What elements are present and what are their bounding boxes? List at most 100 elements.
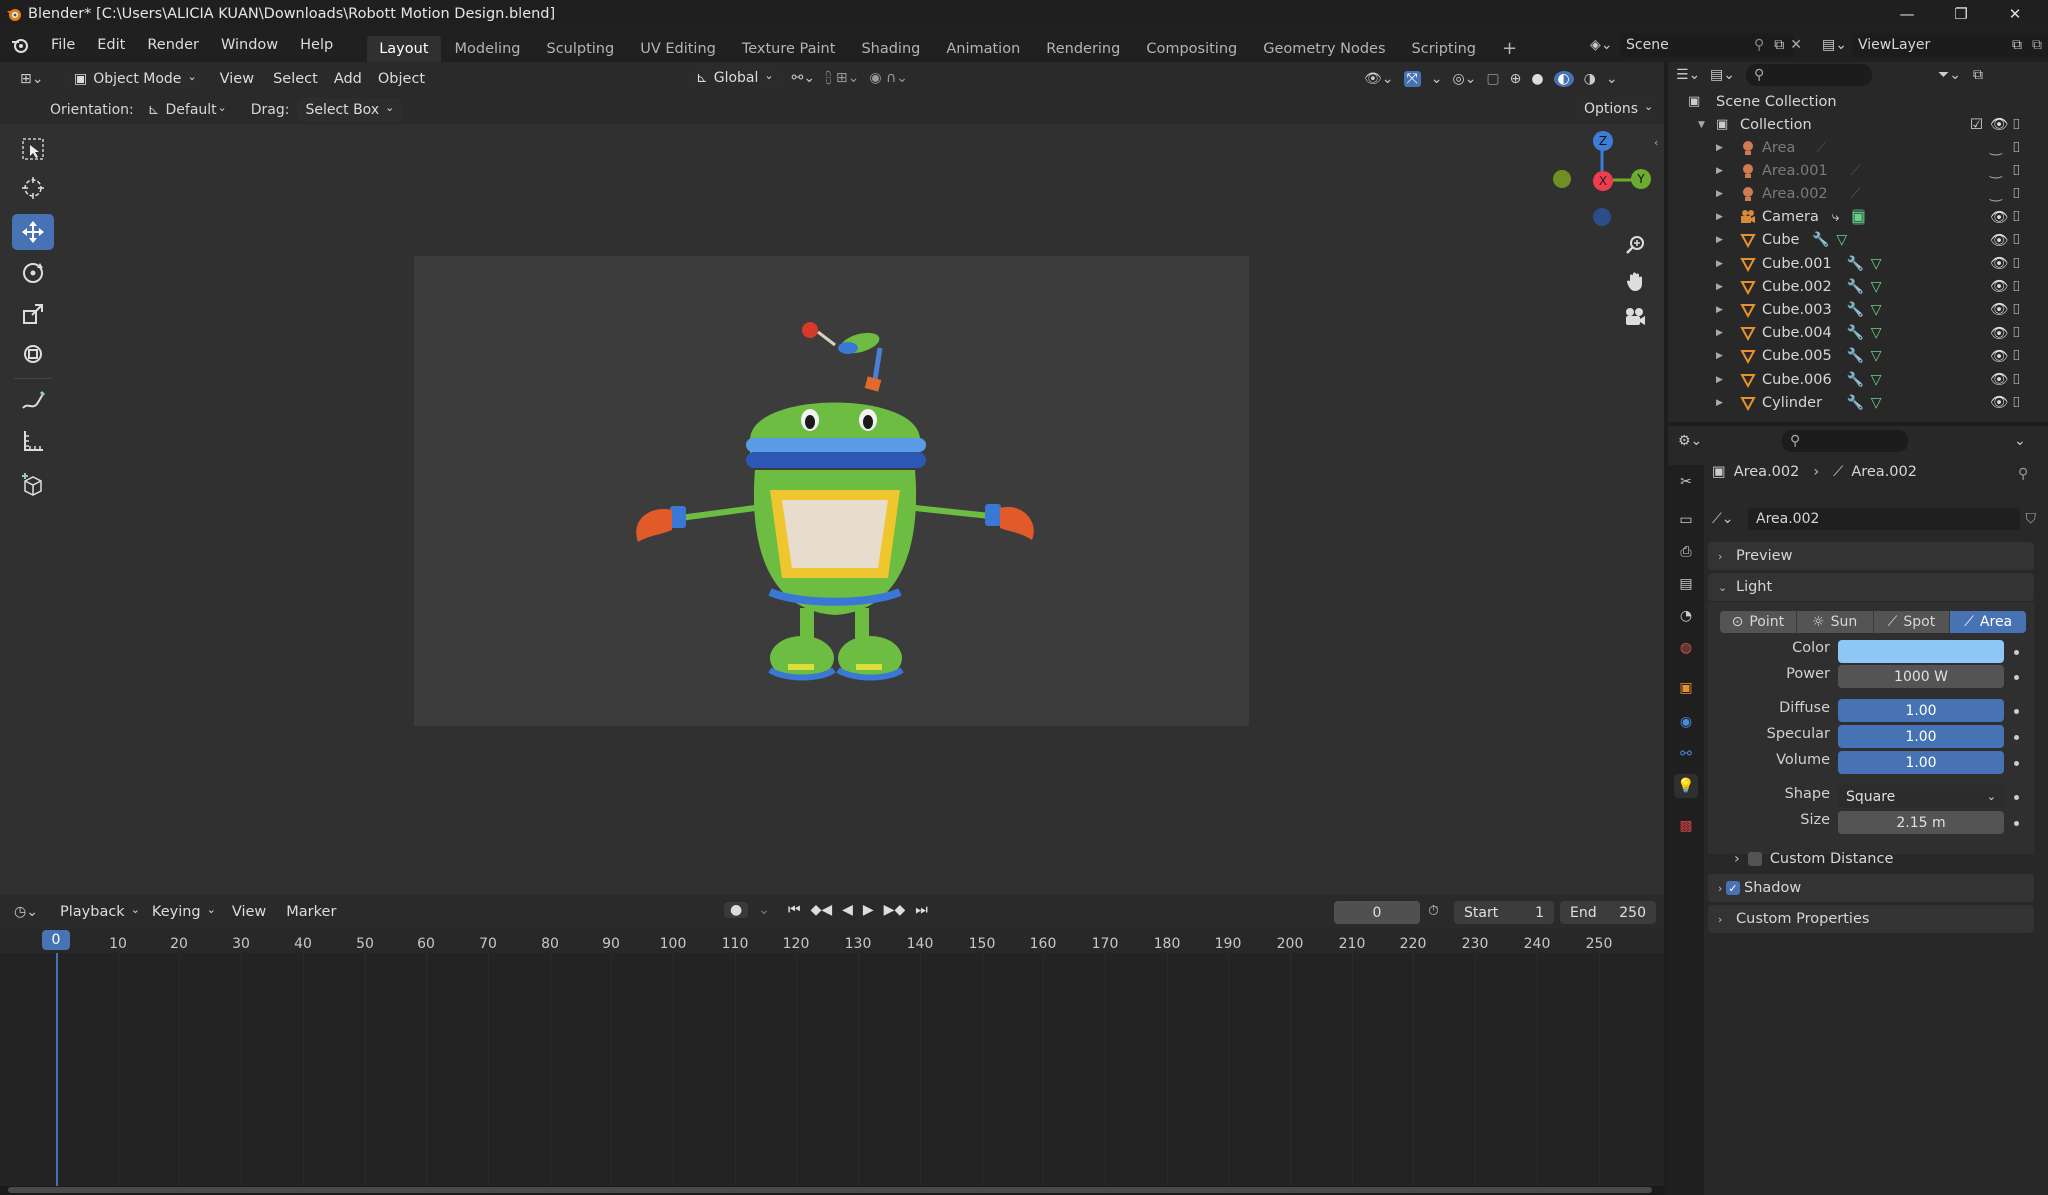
light-data-tab-icon[interactable]: 💡 — [1674, 774, 1698, 798]
mesh-data-icon[interactable]: ▽ — [1871, 302, 1882, 318]
scene-name[interactable]: Scene — [1620, 33, 1794, 57]
navigation-gizmo[interactable]: Z X Y — [1540, 128, 1660, 238]
options-dropdown[interactable]: Options — [1576, 97, 1662, 121]
light-data-icon[interactable]: ⟋ — [1851, 186, 1861, 202]
annotate-tool[interactable] — [12, 383, 54, 419]
menu-file[interactable]: File — [40, 28, 86, 62]
render-camera-icon[interactable]: ⌷ — [2012, 348, 2021, 364]
power-field[interactable]: 1000 W — [1838, 665, 2004, 688]
delete-scene-icon[interactable]: ✕ — [1790, 37, 1802, 53]
outliner-item[interactable]: ▶ Cube.001 🔧 ▽ 👁 ⌷ — [1668, 252, 2040, 275]
tab-compositing[interactable]: Compositing — [1134, 36, 1249, 62]
light-type-area[interactable]: ⟋ Area — [1950, 611, 2026, 633]
proportional-edit-icon[interactable]: ◉ ∩⌄ — [869, 70, 908, 86]
render-camera-icon[interactable]: ⌷ — [2012, 209, 2021, 225]
outliner-collection[interactable]: ▼ ▣ Collection ☑ 👁 ⌷ — [1668, 113, 2040, 136]
next-keyframe-icon[interactable]: ▶◆ — [884, 902, 906, 918]
expand-arrow-icon[interactable]: ▶ — [1716, 189, 1723, 199]
render-camera-icon[interactable]: ⌷ — [2012, 372, 2021, 388]
play-reverse-icon[interactable]: ◀ — [842, 902, 853, 918]
outliner-item[interactable]: ▶ Cube.003 🔧 ▽ 👁 ⌷ — [1668, 298, 2040, 321]
preview-section-header[interactable]: › Preview — [1708, 542, 2034, 570]
timeline-editor-type-icon[interactable]: ◷⌄ — [14, 904, 54, 920]
light-section-header[interactable]: ⌄ Light — [1708, 573, 2034, 601]
playhead-frame-indicator[interactable]: 0 — [42, 930, 70, 950]
outliner-scene-collection[interactable]: ▣ Scene Collection — [1668, 90, 2040, 113]
camera-data-icon[interactable]: ▣ — [1851, 209, 1865, 226]
object-tab-icon[interactable]: ▣ — [1674, 676, 1698, 700]
light-color-swatch[interactable] — [1838, 640, 2004, 663]
tab-shading[interactable]: Shading — [849, 36, 932, 62]
jump-end-icon[interactable]: ⏭ — [915, 902, 928, 918]
output-tab-icon[interactable]: ⎙ — [1674, 540, 1698, 564]
volume-keyframe-dot[interactable] — [2014, 761, 2019, 766]
tab-modeling[interactable]: Modeling — [443, 36, 533, 62]
volume-field[interactable]: 1.00 — [1838, 751, 2004, 774]
prev-keyframe-icon[interactable]: ◆◀ — [811, 902, 833, 918]
collection-expand-icon[interactable]: ▼ — [1698, 120, 1705, 130]
visibility-icon[interactable]: 👁⌄ — [1364, 71, 1394, 87]
eye-icon[interactable]: 👁 — [1990, 278, 2008, 295]
properties-search-input[interactable]: ⚲ — [1782, 430, 1908, 452]
outliner-item[interactable]: ▶ Area.002 ⟋ ‿ ⌷ — [1668, 182, 2040, 205]
expand-arrow-icon[interactable]: ▶ — [1716, 235, 1723, 245]
fake-user-icon[interactable]: ⛉ — [2026, 511, 2037, 527]
mesh-data-icon[interactable]: ▽ — [1836, 232, 1847, 248]
timeline-menu-marker[interactable]: Marker — [276, 895, 346, 929]
tool-tab-icon[interactable]: ✂ — [1674, 470, 1698, 494]
shading-rendered-icon[interactable]: ◑ — [1584, 71, 1596, 87]
expand-arrow-icon[interactable]: ▶ — [1716, 143, 1723, 153]
display-mode-icon[interactable]: ▤⌄ — [1710, 67, 1746, 83]
playhead-line[interactable] — [56, 953, 58, 1187]
tab-uv-editing[interactable]: UV Editing — [628, 36, 728, 62]
expand-arrow-icon[interactable]: ▶ — [1716, 398, 1723, 408]
overlays-icon[interactable]: ◎⌄ — [1452, 71, 1476, 87]
datablock-name-field[interactable]: Area.002 — [1748, 508, 2020, 530]
outliner-item[interactable]: ▶ Cube.006 🔧 ▽ 👁 ⌷ — [1668, 368, 2040, 391]
outliner-item[interactable]: ▶ Area.001 ⟋ ‿ ⌷ — [1668, 159, 2040, 182]
scene-tab-icon[interactable]: ◔ — [1674, 604, 1698, 628]
light-type-sun[interactable]: ☼ Sun — [1797, 611, 1874, 633]
record-icon[interactable]: ● — [724, 902, 749, 918]
size-keyframe-dot[interactable] — [2014, 821, 2019, 826]
tab-rendering[interactable]: Rendering — [1034, 36, 1132, 62]
render-tab-icon[interactable]: ▭ — [1674, 508, 1698, 532]
eye-icon[interactable]: 👁 — [1990, 255, 2008, 272]
drag-dropdown[interactable]: Select Box — [297, 98, 403, 122]
blender-menu-icon[interactable] — [0, 37, 40, 53]
texture-tab-icon[interactable]: ▩ — [1674, 814, 1698, 838]
timeline-scrollbar[interactable] — [8, 1187, 1652, 1193]
orientation-dropdown[interactable]: ⊾ Default — [142, 102, 233, 118]
modifier-wrench-icon[interactable]: 🔧 — [1847, 348, 1864, 364]
snap-icon[interactable]: ⩉ ⊞⌄ — [825, 70, 859, 86]
render-camera-icon[interactable]: ⌷ — [2012, 232, 2021, 248]
move-tool[interactable] — [12, 214, 54, 250]
play-icon[interactable]: ▶ — [863, 902, 874, 918]
gizmo-y-axis[interactable]: Y — [1631, 169, 1651, 189]
eye-icon[interactable]: 👁 — [1990, 301, 2008, 318]
modifier-wrench-icon[interactable]: 🔧 — [1847, 395, 1864, 411]
sidebar-toggle-icon[interactable]: ‹ — [1654, 136, 1658, 149]
render-camera-icon[interactable]: ⌷ — [2012, 279, 2021, 295]
light-data-icon[interactable]: ⟋ — [1851, 163, 1861, 179]
stopwatch-icon[interactable]: ⏱ — [1428, 903, 1439, 919]
hidden-eye-icon[interactable]: ‿ — [1990, 186, 2002, 202]
select-box-tool[interactable] — [12, 131, 54, 167]
specular-keyframe-dot[interactable] — [2014, 735, 2019, 740]
collection-camera-icon[interactable]: ⌷ — [2012, 117, 2021, 133]
scene-selector[interactable]: ◈⌄ Scene ⚲ ⧉ ✕ — [1590, 32, 1802, 58]
shading-solid-icon[interactable]: ● — [1531, 71, 1543, 87]
expand-arrow-icon[interactable]: ▶ — [1716, 282, 1723, 292]
add-workspace-icon[interactable]: + — [1490, 36, 1529, 62]
render-camera-icon[interactable]: ⌷ — [2012, 325, 2021, 341]
eye-icon[interactable]: 👁 — [1990, 232, 2008, 249]
power-keyframe-dot[interactable] — [2014, 675, 2019, 680]
render-camera-icon[interactable]: ⌷ — [2012, 186, 2021, 202]
transform-orientation-dropdown[interactable]: ⊾ Global — [688, 66, 782, 90]
pin-properties-icon[interactable]: ⚲ — [2018, 466, 2028, 482]
mesh-data-icon[interactable]: ▽ — [1871, 279, 1882, 295]
menu-window[interactable]: Window — [210, 28, 289, 62]
diffuse-keyframe-dot[interactable] — [2014, 709, 2019, 714]
eye-icon[interactable]: 👁 — [1990, 348, 2008, 365]
expand-arrow-icon[interactable]: ▶ — [1716, 259, 1723, 269]
